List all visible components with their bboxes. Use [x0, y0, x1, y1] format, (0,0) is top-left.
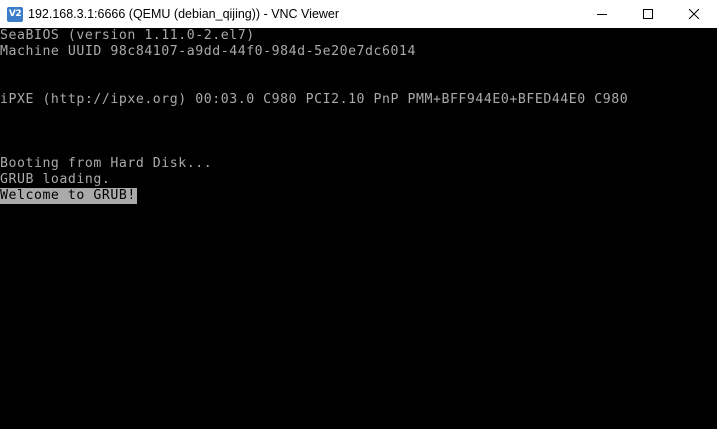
grub-loading-line: GRUB loading.	[0, 172, 111, 187]
maximize-button[interactable]	[625, 0, 671, 28]
vnc-viewer-app-icon[interactable]: V2	[7, 6, 23, 22]
ipxe-line: iPXE (http://ipxe.org) 00:03.0 C980 PCI2…	[0, 92, 629, 107]
window-title: 192.168.3.1:6666 (QEMU (debian_qijing)) …	[28, 7, 340, 21]
close-icon	[689, 9, 699, 19]
close-button[interactable]	[671, 0, 717, 28]
vnc-viewer-window: V2 192.168.3.1:6666 (QEMU (debian_qijing…	[0, 0, 717, 429]
machine-uuid-line: Machine UUID 98c84107-a9dd-44f0-984d-5e2…	[0, 44, 416, 59]
grub-welcome-line: Welcome to GRUB!	[0, 188, 137, 204]
minimize-icon	[597, 14, 607, 15]
minimize-button[interactable]	[579, 0, 625, 28]
title-bar[interactable]: V2 192.168.3.1:6666 (QEMU (debian_qijing…	[0, 0, 717, 28]
booting-line: Booting from Hard Disk...	[0, 156, 213, 171]
remote-console-screen[interactable]: SeaBIOS (version 1.11.0-2.el7) Machine U…	[0, 28, 717, 429]
window-controls	[579, 0, 717, 28]
seabios-version-line: SeaBIOS (version 1.11.0-2.el7)	[0, 28, 255, 43]
maximize-icon	[643, 9, 653, 19]
